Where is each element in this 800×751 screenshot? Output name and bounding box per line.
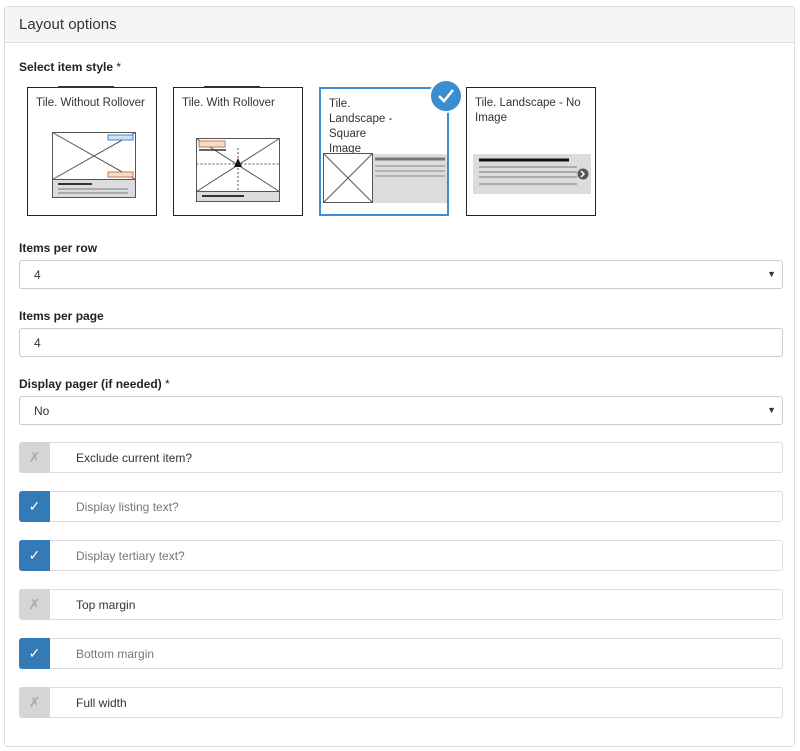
tile-landscape-square-image-illustration bbox=[323, 153, 447, 203]
caret-down-icon: ▼ bbox=[767, 405, 776, 415]
items-per-row-value: 4 bbox=[34, 268, 41, 282]
toggle-label: Top margin bbox=[76, 598, 136, 612]
display-pager-select[interactable]: No ▼ bbox=[19, 396, 783, 425]
toggle-label: Display listing text? bbox=[76, 500, 179, 514]
x-icon: ✗ bbox=[19, 442, 50, 473]
check-icon: ✓ bbox=[19, 540, 50, 571]
display-pager-value: No bbox=[34, 404, 50, 418]
items-per-page-input[interactable]: 4 bbox=[19, 328, 783, 357]
toggle-label: Exclude current item? bbox=[76, 451, 193, 465]
tile-label: Tile. Landscape - No Image bbox=[475, 97, 581, 124]
select-item-style-text: Select item style bbox=[19, 60, 114, 74]
check-icon: ✓ bbox=[19, 638, 50, 669]
toggle-label: Full width bbox=[76, 696, 127, 710]
selected-check-badge bbox=[429, 79, 463, 113]
tile-landscape-no-image-illustration bbox=[473, 154, 591, 194]
toggle-full-width[interactable]: ✗ Full width bbox=[19, 687, 783, 718]
tile-label: Tile. Landscape - Square Image bbox=[329, 98, 393, 155]
toggle-top-margin[interactable]: ✗ Top margin bbox=[19, 589, 783, 620]
tile-label: Tile. Without Rollover bbox=[36, 97, 145, 109]
toggle-display-tertiary-text[interactable]: ✓ Display tertiary text? bbox=[19, 540, 783, 571]
required-mark: * bbox=[165, 377, 170, 391]
caret-down-icon: ▼ bbox=[767, 269, 776, 279]
tile-top-bar bbox=[204, 86, 260, 88]
items-per-page-value: 4 bbox=[34, 336, 41, 350]
required-mark: * bbox=[116, 60, 122, 74]
tile-label: Tile. With Rollover bbox=[182, 97, 275, 109]
toggle-bottom-margin[interactable]: ✓ Bottom margin bbox=[19, 638, 783, 669]
display-pager-text: Display pager (if needed) bbox=[19, 377, 162, 391]
tile-with-rollover-illustration bbox=[196, 138, 280, 202]
tile-without-rollover-illustration bbox=[52, 132, 136, 198]
tile-without-rollover[interactable]: Tile. Without Rollover bbox=[27, 86, 157, 216]
items-per-page-label: Items per page bbox=[19, 309, 104, 323]
x-icon: ✗ bbox=[19, 589, 50, 620]
x-icon: ✗ bbox=[19, 687, 50, 718]
panel-title: Layout options bbox=[5, 7, 794, 43]
tile-top-bar bbox=[58, 86, 114, 88]
tile-landscape-square-image[interactable]: Tile. Landscape - Square Image bbox=[319, 87, 449, 216]
layout-options-panel: Layout options Select item style * Tile.… bbox=[4, 6, 795, 747]
toggle-label: Bottom margin bbox=[76, 647, 155, 661]
toggle-display-listing-text[interactable]: ✓ Display listing text? bbox=[19, 491, 783, 522]
items-per-row-label: Items per row bbox=[19, 241, 98, 255]
toggle-label: Display tertiary text? bbox=[76, 549, 185, 563]
toggle-exclude-current-item[interactable]: ✗ Exclude current item? bbox=[19, 442, 783, 473]
check-icon bbox=[438, 89, 454, 103]
check-icon: ✓ bbox=[19, 491, 50, 522]
items-per-row-select[interactable]: 4 ▼ bbox=[19, 260, 783, 289]
tile-landscape-no-image[interactable]: Tile. Landscape - No Image bbox=[466, 87, 596, 216]
tile-with-rollover[interactable]: Tile. With Rollover bbox=[173, 86, 303, 216]
display-pager-label: Display pager (if needed) * bbox=[19, 377, 170, 391]
select-item-style-label: Select item style * bbox=[19, 60, 121, 74]
